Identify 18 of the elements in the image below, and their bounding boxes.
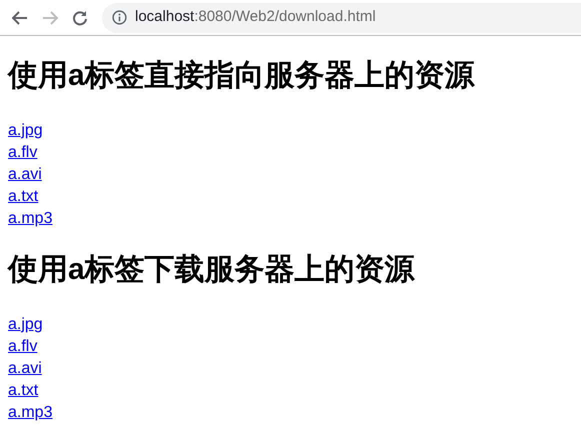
file-link[interactable]: a.mp3	[8, 402, 52, 424]
file-link[interactable]: a.txt	[8, 186, 38, 208]
section-heading: 使用a标签下载服务器上的资源	[8, 252, 416, 288]
url-path: :8080/Web2/download.html	[194, 8, 376, 26]
file-link[interactable]: a.jpg	[8, 120, 43, 142]
url-host: localhost	[135, 8, 194, 26]
file-link[interactable]: a.avi	[8, 358, 42, 380]
back-arrow-icon[interactable]	[12, 10, 28, 24]
file-link[interactable]: a.flv	[8, 336, 38, 358]
file-link[interactable]: a.jpg	[8, 314, 43, 336]
file-link[interactable]: a.avi	[8, 164, 42, 186]
file-link[interactable]: a.txt	[8, 380, 38, 402]
address-bar[interactable]: localhost:8080/Web2/download.html	[102, 2, 581, 32]
info-icon[interactable]	[112, 10, 127, 25]
file-link[interactable]: a.flv	[8, 142, 38, 164]
reload-icon[interactable]	[72, 10, 88, 26]
section-heading: 使用a标签直接指向服务器上的资源	[8, 58, 476, 94]
file-link[interactable]: a.mp3	[8, 208, 52, 230]
